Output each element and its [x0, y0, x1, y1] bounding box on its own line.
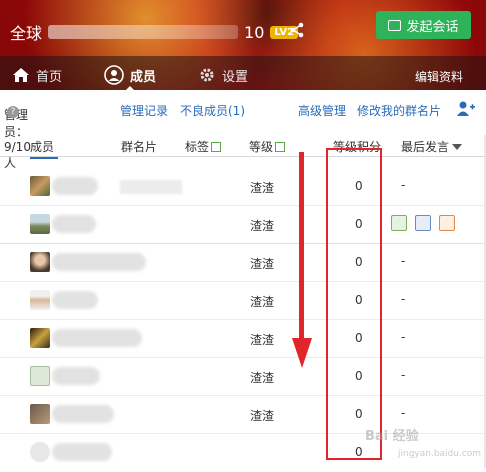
member-name-blurred [52, 177, 98, 195]
col-last-post[interactable]: 最后发言 [401, 138, 463, 155]
member-last-post: - [401, 292, 406, 306]
down-arrow-annotation [292, 152, 312, 368]
col-last-post-label: 最后发言 [401, 140, 450, 154]
avatar[interactable] [30, 176, 50, 196]
member-last-post: - [401, 254, 406, 268]
member-name-blurred [52, 215, 96, 233]
avatar[interactable] [30, 442, 50, 462]
member-last-post: - [401, 330, 406, 344]
sort-down-icon [452, 144, 463, 150]
score-column-highlight-box [326, 148, 382, 460]
group-name-suffix: 10 [244, 22, 265, 42]
advanced-manage-link[interactable]: 高级管理 [298, 102, 346, 119]
avatar[interactable] [30, 214, 50, 234]
gear-icon [200, 68, 214, 82]
col-tag[interactable]: 标签 [185, 138, 222, 155]
member-level: 渣渣 [250, 371, 275, 385]
member-name-blurred [52, 253, 146, 271]
members-toolbar: 管理员：9/10人? 管理记录 不良成员(1) 高级管理 修改我的群名片 [0, 98, 486, 170]
member-level: 渣渣 [250, 219, 275, 233]
edit-level-icon[interactable] [275, 142, 286, 152]
member-card-blurred [120, 180, 182, 194]
chat-icon [388, 19, 402, 31]
manage-record-link[interactable]: 管理记录 [120, 102, 168, 119]
help-icon[interactable]: ? [7, 106, 19, 118]
member-name-blurred [52, 443, 112, 461]
member-name-blurred [52, 367, 100, 385]
home-icon [13, 68, 29, 82]
avatar[interactable] [30, 328, 50, 348]
tab-members-label: 成员 [130, 69, 157, 85]
member-level: 渣渣 [250, 333, 275, 347]
start-chat-button[interactable]: 发起会话 [376, 11, 471, 39]
tab-settings[interactable]: 设置 [198, 60, 248, 90]
col-card[interactable]: 群名片 [121, 138, 157, 155]
remove-member-icon[interactable] [439, 215, 455, 231]
edit-my-card-link[interactable]: 修改我的群名片 [357, 102, 441, 119]
edit-info-link[interactable]: 编辑资料 [415, 68, 463, 85]
header-underline-accent [30, 157, 58, 159]
watermark-sub: jingyan.baidu.com [398, 449, 482, 459]
member-name-blurred [52, 329, 142, 347]
member-level: 渣渣 [250, 181, 275, 195]
table-row[interactable]: 渣渣 0 [0, 206, 486, 244]
col-level-label: 等级 [249, 140, 274, 154]
member-level: 渣渣 [250, 295, 275, 309]
member-last-post: - [401, 178, 406, 192]
bad-members-link[interactable]: 不良成员(1) [180, 102, 245, 119]
col-tag-label: 标签 [185, 140, 210, 154]
avatar[interactable] [30, 366, 50, 386]
group-name-prefix: 全球 [10, 24, 43, 43]
table-row[interactable]: 渣渣 0 - [0, 282, 486, 320]
row-actions [391, 215, 455, 231]
tab-home[interactable]: 首页 [12, 60, 62, 90]
member-name-blurred [52, 405, 114, 423]
group-nav: 首页 成员 设置 编辑资料 [0, 60, 486, 91]
share-icon[interactable] [289, 22, 305, 38]
member-level: 渣渣 [250, 257, 275, 271]
col-member[interactable]: 成员 [30, 138, 54, 155]
table-row[interactable]: 渣渣 0 - [0, 320, 486, 358]
edit-card-icon[interactable] [391, 215, 407, 231]
col-level[interactable]: 等级 [249, 138, 286, 155]
watermark: Bai 经验 [365, 429, 419, 444]
table-row[interactable]: 渣渣 0 - [0, 358, 486, 396]
avatar[interactable] [30, 252, 50, 272]
group-title: 全球 10 LV2 [10, 20, 299, 44]
member-last-post: - [401, 368, 406, 382]
tab-settings-label: 设置 [222, 69, 249, 85]
add-member-icon[interactable] [456, 100, 476, 118]
member-level: 渣渣 [250, 409, 275, 423]
member-last-post: - [401, 406, 406, 420]
members-table-header: 成员 群名片 标签 等级 等级积分 最后发言 [0, 135, 486, 157]
member-icon [104, 65, 124, 85]
table-row[interactable]: 渣渣 0 - [0, 244, 486, 282]
start-chat-label: 发起会话 [406, 19, 459, 35]
avatar[interactable] [30, 404, 50, 424]
profile-card-icon[interactable] [415, 215, 431, 231]
group-header: 全球 10 LV2 发起会话 首页 成员 设置 编辑资料 [0, 0, 486, 91]
tab-home-label: 首页 [36, 69, 63, 85]
edit-tag-icon[interactable] [211, 142, 222, 152]
tab-members[interactable]: 成员 [104, 60, 157, 91]
member-name-blurred [52, 291, 98, 309]
table-row[interactable]: 渣渣 0 - [0, 168, 486, 206]
group-name-blurred [48, 25, 239, 39]
avatar[interactable] [30, 290, 50, 310]
